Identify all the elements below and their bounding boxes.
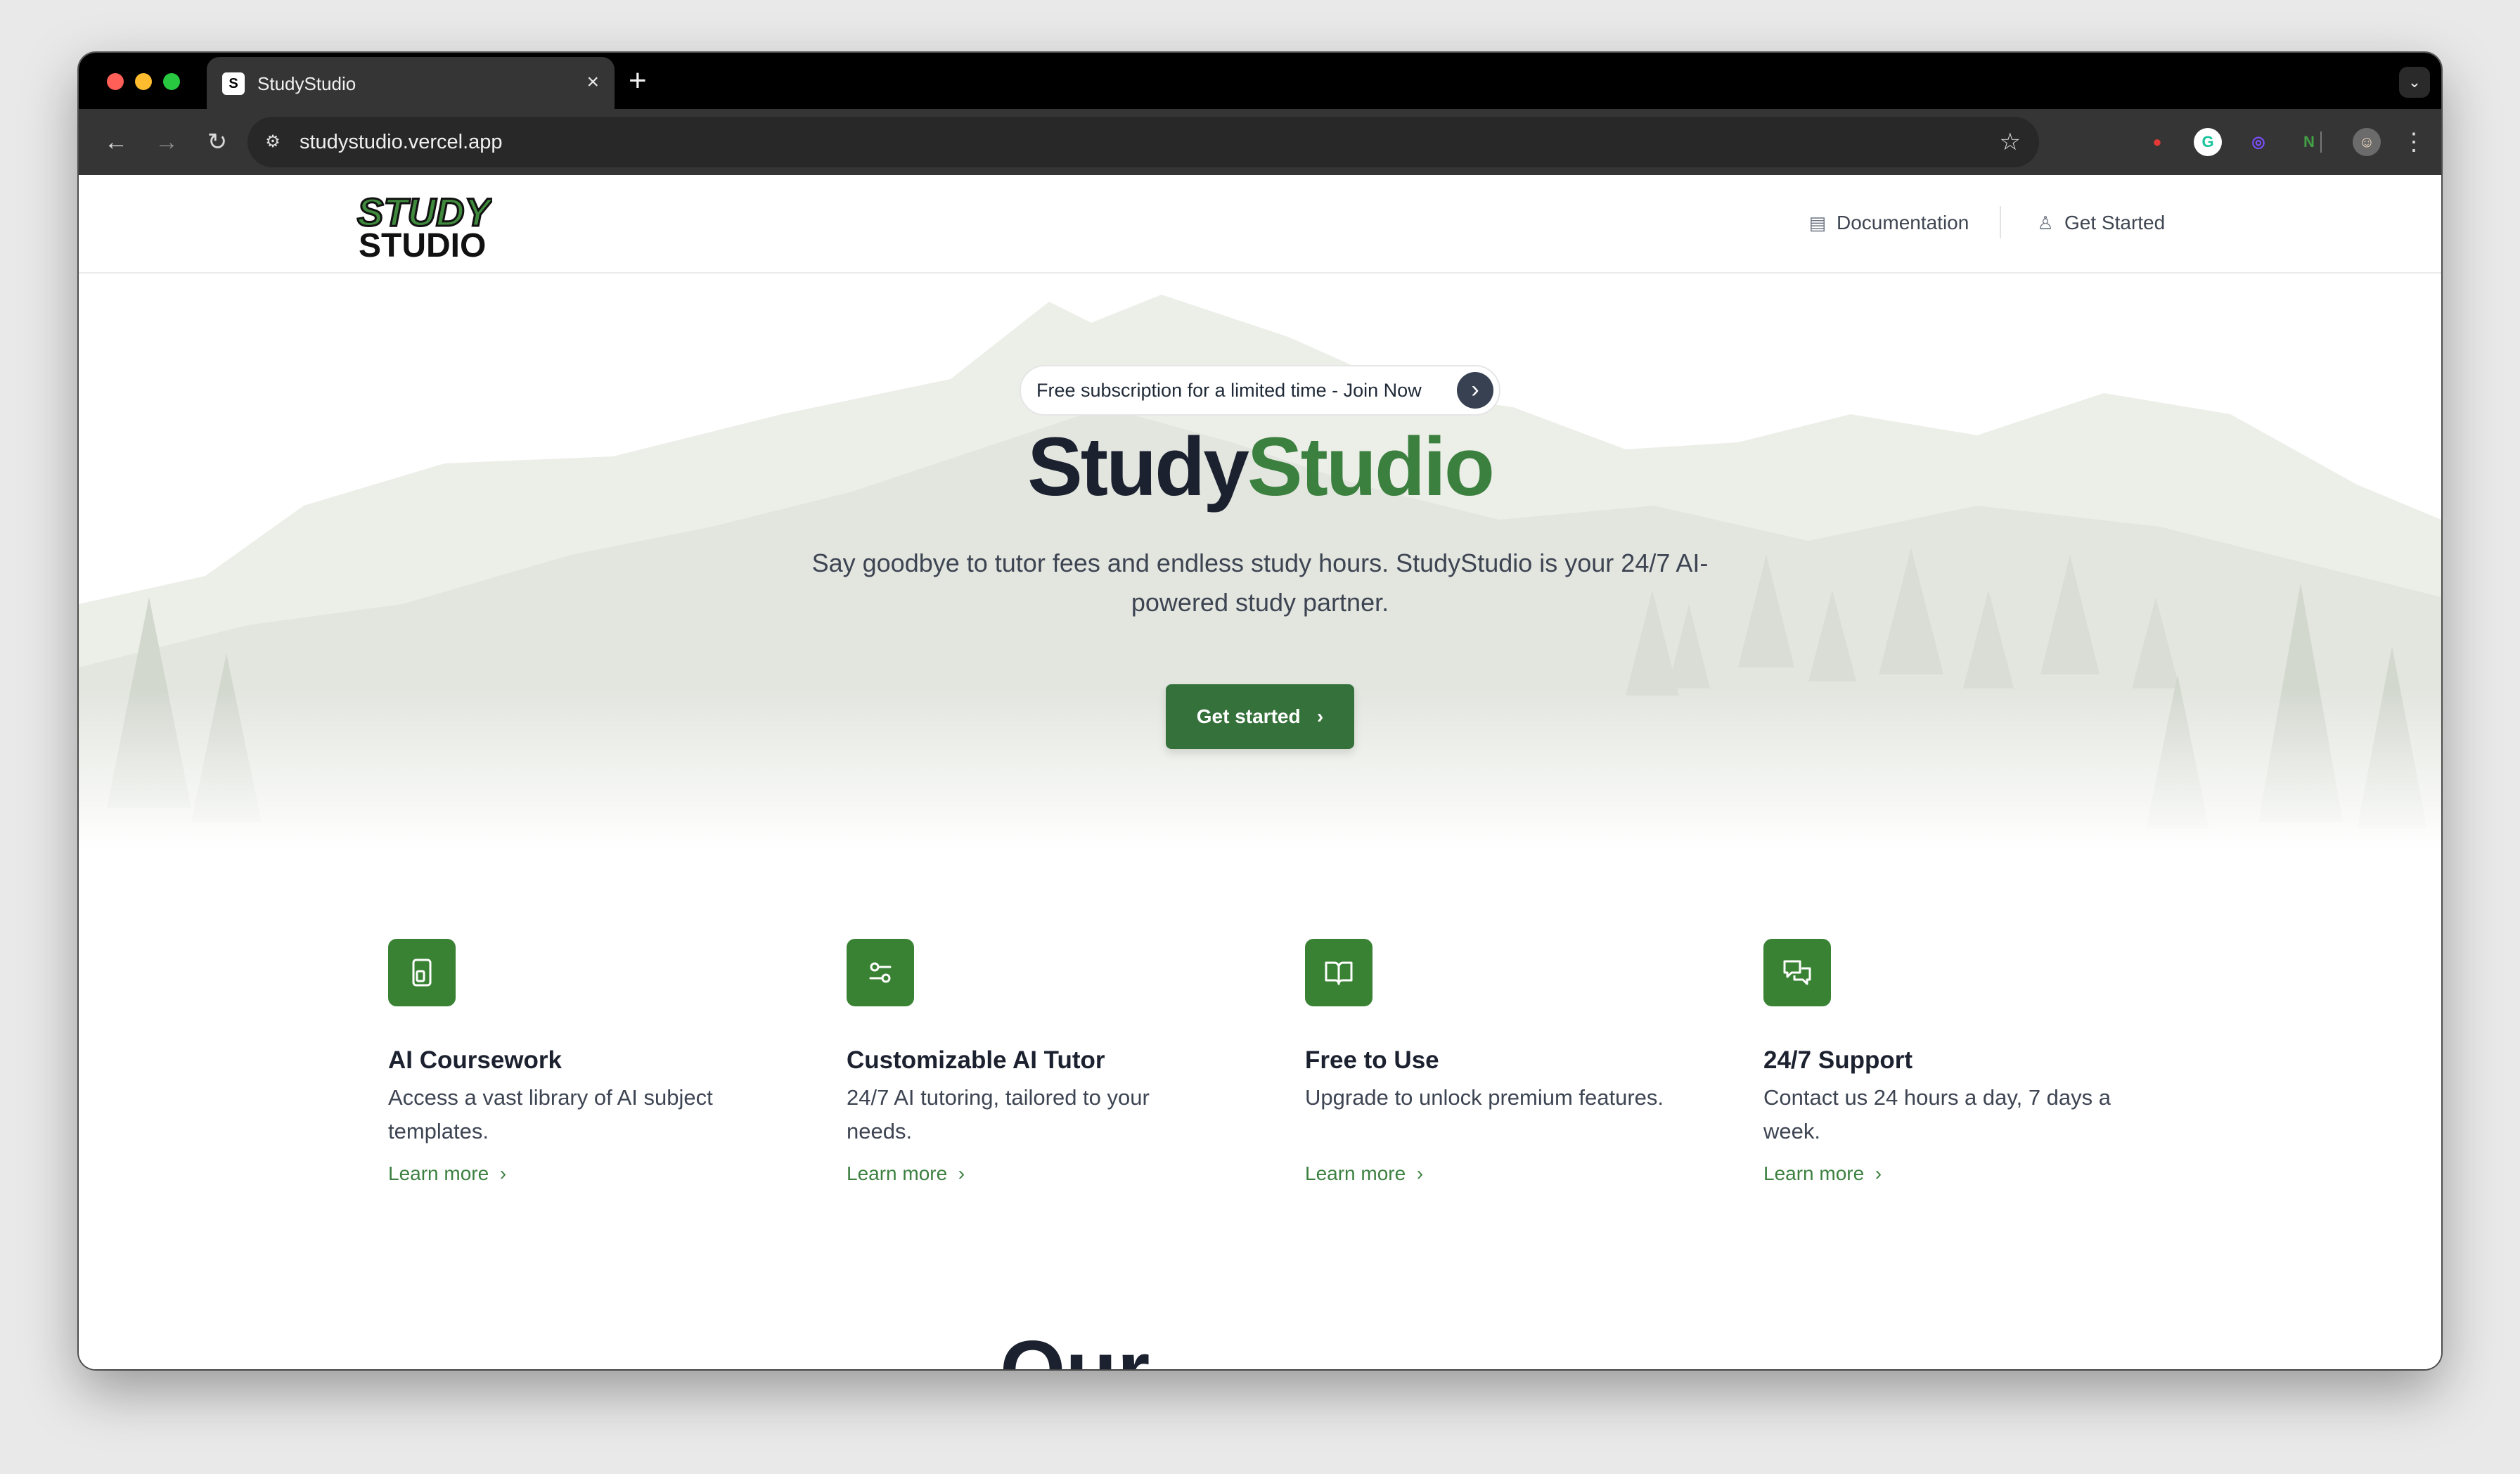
active-tab[interactable]: S StudyStudio × — [207, 57, 615, 109]
hero-subtitle: Say goodbye to tutor fees and endless st… — [811, 549, 1709, 617]
new-tab-button[interactable]: + — [629, 65, 647, 96]
red-shield-extension-icon[interactable]: ● — [2143, 128, 2171, 156]
book-open-icon — [1305, 939, 1372, 1006]
learn-more-label: Learn more — [388, 1162, 489, 1184]
browser-window: S StudyStudio × + ⌄ ← → ↻ ⚙ studystudio.… — [79, 53, 2441, 1369]
feature-description: Upgrade to unlock premium features. — [1305, 1085, 1664, 1110]
maximize-window-button[interactable] — [163, 73, 180, 90]
testimonials-heading: Our Testimonials — [1000, 1328, 1633, 1369]
site-info-icon[interactable]: ⚙ — [260, 129, 285, 155]
learn-more-link[interactable]: Learn more › — [388, 1160, 506, 1188]
get-started-label: Get started — [1196, 705, 1301, 727]
svg-text:STUDIO: STUDIO — [359, 227, 486, 262]
learn-more-link[interactable]: Learn more › — [847, 1160, 965, 1188]
learn-more-label: Learn more — [1305, 1162, 1406, 1184]
feature-description: 24/7 AI tutoring, tailored to your needs… — [847, 1085, 1150, 1143]
minimize-window-button[interactable] — [135, 73, 152, 90]
feature-description: Access a vast library of AI subject temp… — [388, 1085, 713, 1143]
chevron-right-icon: › — [958, 1162, 965, 1184]
chat-bubbles-icon — [1763, 939, 1831, 1006]
tablet-icon — [388, 939, 456, 1006]
profile-avatar-icon[interactable]: ☺ — [2353, 128, 2381, 156]
hero-title-studio: Studio — [1247, 421, 1495, 513]
forward-button[interactable]: → — [149, 124, 184, 160]
web-page: STUDY STUDIO ▤ Documentation ♙ Get Started… — [79, 175, 2441, 1369]
document-icon: ▤ — [1808, 212, 1827, 233]
nav-get-started-label: Get Started — [2064, 212, 2166, 233]
hero-title-study: Study — [1027, 421, 1249, 513]
nav-documentation-label: Documentation — [1837, 212, 1969, 233]
chevron-right-icon: › — [1416, 1162, 1424, 1184]
browser-toolbar: ← → ↻ ⚙ studystudio.vercel.app ☆ ●G◎N⧉☺ … — [79, 109, 2441, 175]
back-button[interactable]: ← — [98, 124, 134, 160]
tab-title: StudyStudio — [257, 73, 356, 94]
learn-more-link[interactable]: Learn more › — [1763, 1160, 1882, 1188]
learn-more-label: Learn more — [1763, 1162, 1865, 1184]
nav-divider — [2000, 206, 2001, 238]
sliders-icon — [847, 939, 914, 1006]
feature-title: 24/7 Support — [1763, 1046, 1912, 1074]
learn-more-link[interactable]: Learn more › — [1305, 1160, 1423, 1188]
hero-title: StudyStudio — [79, 418, 2441, 516]
feature-description: Contact us 24 hours a day, 7 days a week… — [1763, 1085, 2111, 1143]
tab-close-icon[interactable]: × — [586, 71, 599, 94]
learn-more-label: Learn more — [847, 1162, 948, 1184]
feature-title: Free to Use — [1305, 1046, 1439, 1074]
announcement-pill[interactable]: Free subscription for a limited time - J… — [1020, 365, 1500, 416]
studystudio-logo[interactable]: STUDY STUDIO — [352, 185, 493, 263]
feature-title: AI Coursework — [388, 1046, 562, 1074]
tab-strip: S StudyStudio × + ⌄ — [79, 53, 2441, 109]
nav-get-started-link[interactable]: ♙ Get Started — [2035, 209, 2165, 237]
announcement-text: Free subscription for a limited time - J… — [1036, 380, 1422, 401]
reload-button[interactable]: ↻ — [200, 124, 235, 160]
chevron-right-icon[interactable]: › — [1457, 372, 1493, 409]
studystudio-favicon-icon: S — [222, 72, 245, 95]
chevron-right-icon: › — [499, 1162, 507, 1184]
get-started-button[interactable]: Get started › — [1166, 684, 1354, 749]
chevron-right-icon: › — [1875, 1162, 1882, 1184]
feature-title: Customizable AI Tutor — [847, 1046, 1105, 1074]
toolbar-separator — [2320, 132, 2322, 153]
close-window-button[interactable] — [107, 73, 124, 90]
colorful-ring-extension-icon[interactable]: ◎ — [2244, 128, 2272, 156]
grammarly-extension-icon[interactable]: G — [2194, 128, 2222, 156]
user-icon: ♙ — [2037, 212, 2054, 233]
site-header: STUDY STUDIO ▤ Documentation ♙ Get Started — [79, 175, 2441, 274]
chevron-right-icon: › — [1316, 705, 1324, 727]
nav-documentation-link[interactable]: ▤ Documentation — [1807, 209, 1969, 237]
browser-menu-button[interactable]: ⋮ — [2396, 124, 2431, 160]
bookmark-star-icon[interactable]: ☆ — [2000, 127, 2021, 158]
address-bar[interactable]: ⚙ studystudio.vercel.app ☆ — [248, 117, 2039, 167]
tab-search-button[interactable]: ⌄ — [2399, 67, 2430, 98]
green-n-extension-icon[interactable]: N — [2295, 128, 2323, 156]
url-text[interactable]: studystudio.vercel.app — [300, 129, 503, 155]
